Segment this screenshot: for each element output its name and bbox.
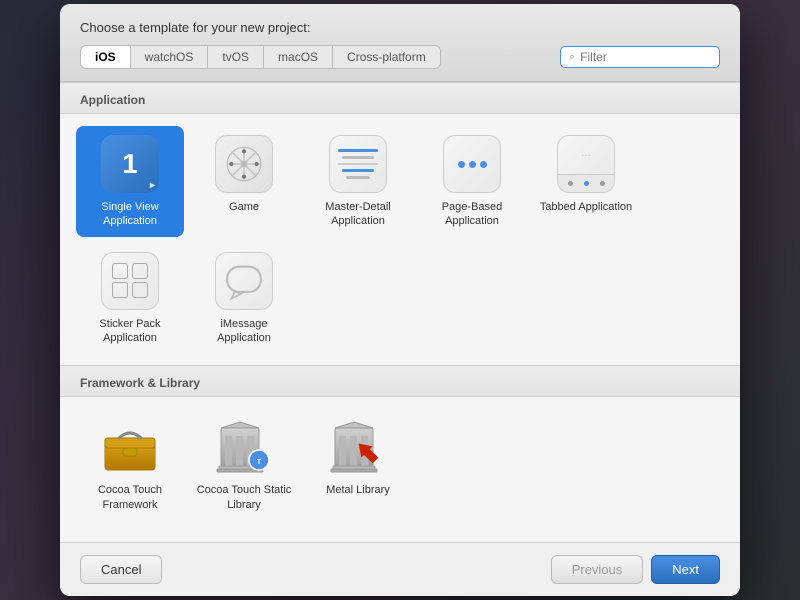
template-cocoa-framework[interactable]: Cocoa Touch Framework — [76, 409, 184, 520]
template-tabbed[interactable]: ··· Tabbed Application — [532, 126, 640, 237]
tabbed-icon: ··· — [556, 134, 616, 194]
cancel-button[interactable]: Cancel — [80, 555, 162, 584]
imessage-icon — [214, 251, 274, 311]
game-label: Game — [229, 200, 259, 214]
framework-templates-grid: Cocoa Touch Framework — [60, 397, 740, 532]
template-master-detail[interactable]: Master-Detail Application — [304, 126, 412, 237]
template-sticker-pack[interactable]: Sticker Pack Application — [76, 243, 184, 354]
tabbed-label: Tabbed Application — [540, 200, 632, 214]
tab-watchos[interactable]: watchOS — [131, 46, 209, 68]
dialog-header: Choose a template for your new project: … — [60, 4, 740, 82]
cocoa-framework-label: Cocoa Touch Framework — [82, 483, 178, 512]
filter-box: ⌕ — [560, 46, 720, 68]
platform-tabs: iOS watchOS tvOS macOS Cross-platform — [80, 45, 441, 69]
page-based-label: Page-Based Application — [424, 200, 520, 229]
single-view-label: Single View Application — [82, 200, 178, 229]
section-framework-label: Framework & Library — [60, 365, 740, 397]
filter-input[interactable] — [580, 50, 711, 64]
sticker-pack-icon — [100, 251, 160, 311]
dialog-footer: Cancel Previous Next — [60, 542, 740, 596]
template-game[interactable]: Game — [190, 126, 298, 237]
template-cocoa-static[interactable]: T Cocoa Touch Static Library — [190, 409, 298, 520]
master-detail-label: Master-Detail Application — [310, 200, 406, 229]
sticker-pack-label: Sticker Pack Application — [82, 317, 178, 346]
next-button[interactable]: Next — [651, 555, 720, 584]
template-single-view[interactable]: 1 Single View Application — [76, 126, 184, 237]
cocoa-static-label: Cocoa Touch Static Library — [196, 483, 292, 512]
template-imessage[interactable]: iMessage Application — [190, 243, 298, 354]
template-page-based[interactable]: Page-Based Application — [418, 126, 526, 237]
metal-label: Metal Library — [326, 483, 390, 497]
cocoa-static-icon: T — [214, 417, 274, 477]
tab-crossplatform[interactable]: Cross-platform — [333, 46, 440, 68]
imessage-label: iMessage Application — [196, 317, 292, 346]
search-icon: ⌕ — [569, 51, 575, 64]
tab-macos[interactable]: macOS — [264, 46, 333, 68]
tab-tvos[interactable]: tvOS — [208, 46, 264, 68]
metal-icon — [328, 417, 388, 477]
application-templates-grid: 1 Single View Application — [60, 114, 740, 365]
page-based-icon — [442, 134, 502, 194]
dialog-body: Application 1 Single View Application — [60, 82, 740, 542]
dialog-window: Choose a template for your new project: … — [60, 4, 740, 596]
section-application-label: Application — [60, 82, 740, 114]
single-view-icon: 1 — [100, 134, 160, 194]
cocoa-framework-icon — [100, 417, 160, 477]
game-icon — [214, 134, 274, 194]
svg-text:T: T — [257, 459, 262, 466]
tab-ios[interactable]: iOS — [81, 46, 131, 68]
master-detail-icon — [328, 134, 388, 194]
dialog-title: Choose a template for your new project: — [80, 20, 720, 35]
previous-button[interactable]: Previous — [551, 555, 644, 584]
tabs-and-filter-row: iOS watchOS tvOS macOS Cross-platform ⌕ — [80, 45, 720, 69]
template-metal[interactable]: Metal Library — [304, 409, 412, 520]
nav-button-group: Previous Next — [551, 555, 720, 584]
